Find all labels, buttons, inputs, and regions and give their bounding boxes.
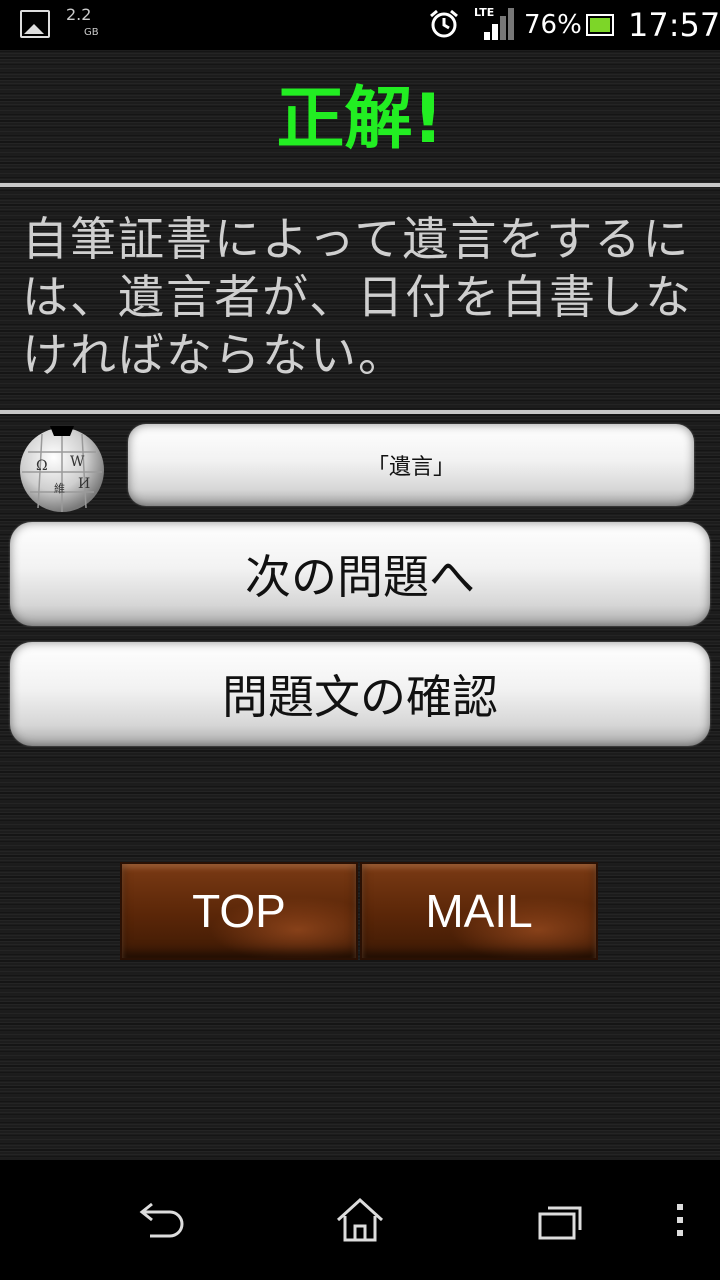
quiz-result-screen: 正解! 自筆証書によって遺言をするには、遺言者が、日付を自書しなければならない。… <box>0 50 720 1160</box>
storage-unit: GB <box>84 27 99 38</box>
svg-text:W: W <box>70 454 85 470</box>
storage-value: 2.2 <box>66 5 92 24</box>
wikipedia-globe-icon[interactable]: Ω W И 維 <box>10 422 114 514</box>
review-question-button[interactable]: 問題文の確認 <box>10 642 710 746</box>
question-text: 自筆証書によって遺言をするには、遺言者が、日付を自書しなければならない。 <box>22 212 694 382</box>
signal-icon <box>484 8 514 40</box>
clock: 17:57 <box>628 6 720 44</box>
storage-indicator: 2.2 GB <box>66 5 99 39</box>
recent-apps-icon[interactable] <box>530 1190 590 1250</box>
top-button[interactable]: TOP <box>120 862 358 960</box>
home-icon[interactable] <box>330 1190 390 1250</box>
navigation-bar <box>0 1160 720 1280</box>
back-icon[interactable] <box>130 1190 190 1250</box>
divider-top <box>0 183 720 187</box>
divider-bottom <box>0 410 720 414</box>
wikipedia-term-button[interactable]: 「遺言」 <box>128 424 694 506</box>
svg-text:Ω: Ω <box>36 458 48 474</box>
next-question-button[interactable]: 次の問題へ <box>10 522 710 626</box>
status-bar: 2.2 GB LTE 76% 17:57 <box>0 0 720 50</box>
menu-icon[interactable] <box>650 1190 710 1250</box>
svg-text:И: И <box>78 476 90 492</box>
battery-icon <box>586 14 614 36</box>
svg-text:維: 維 <box>54 482 65 495</box>
alarm-icon <box>430 9 458 38</box>
result-title: 正解! <box>276 80 444 159</box>
mail-button[interactable]: MAIL <box>360 862 598 960</box>
battery-percent: 76% <box>524 10 582 40</box>
image-notification-icon <box>20 10 50 38</box>
